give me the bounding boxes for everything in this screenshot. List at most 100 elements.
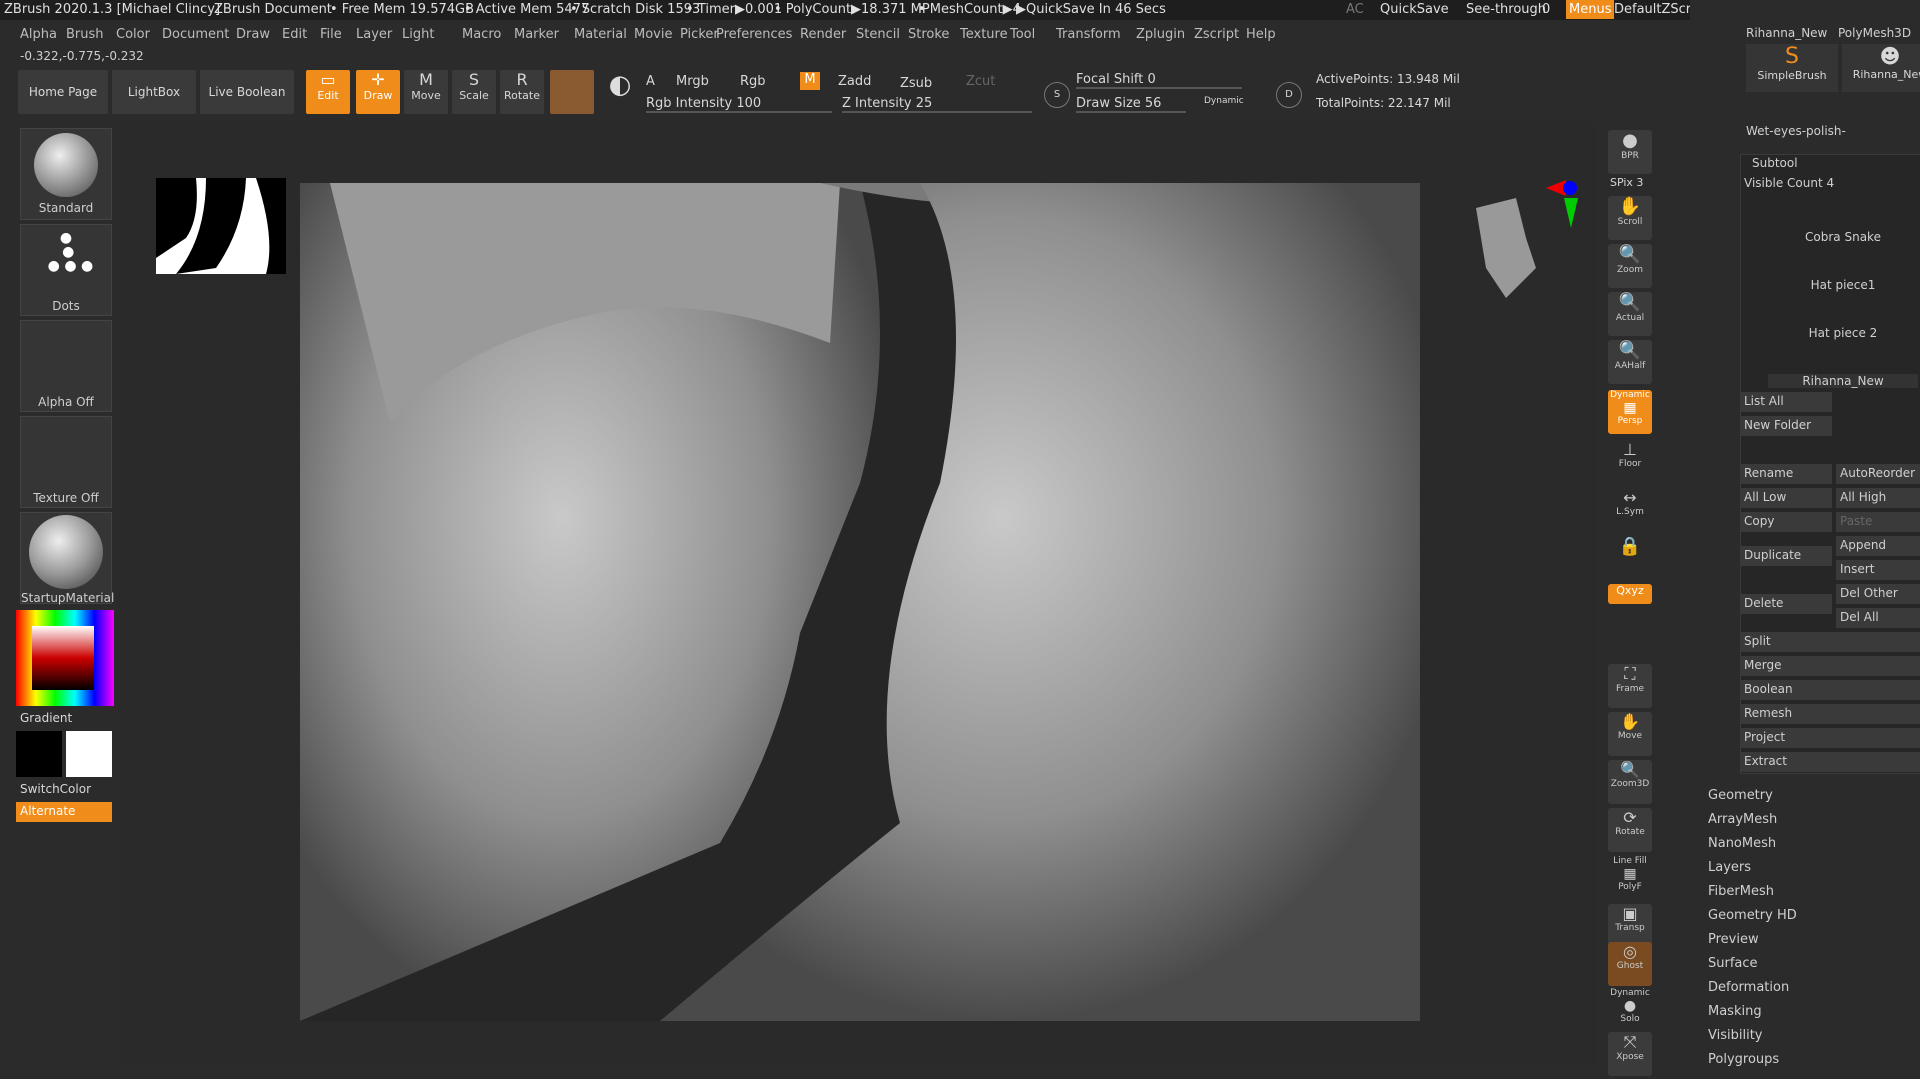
menu-draw[interactable]: Draw xyxy=(236,27,270,42)
menu-document[interactable]: Document xyxy=(162,27,229,42)
draw-button[interactable]: ✛ Draw xyxy=(356,70,400,114)
solo-button[interactable]: Dynamic ● Solo xyxy=(1608,988,1652,1032)
scroll-button[interactable]: ✋ Scroll xyxy=(1608,196,1652,240)
subtool-item-cobra[interactable]: Cobra Snake xyxy=(1768,230,1918,244)
quicksave-button[interactable]: QuickSave xyxy=(1380,2,1449,17)
menu-picker[interactable]: Picker xyxy=(680,27,719,42)
project-button[interactable]: Project xyxy=(1740,728,1920,748)
tool-section-arraymesh[interactable]: ArrayMesh xyxy=(1708,812,1777,827)
material-thumb[interactable]: StartupMaterial xyxy=(20,512,114,605)
delete-button[interactable]: Delete xyxy=(1740,594,1832,614)
tool-section-geometry[interactable]: Geometry xyxy=(1708,788,1773,803)
rotate-view-button[interactable]: ⟳ Rotate xyxy=(1608,808,1652,852)
merge-button[interactable]: Merge xyxy=(1740,656,1920,676)
z-intensity-slider[interactable]: Z Intensity 25 xyxy=(842,96,1032,113)
menu-alpha[interactable]: Alpha xyxy=(20,27,57,42)
floor-button[interactable]: ⊥ Floor xyxy=(1608,440,1652,484)
tool-polymesh-thumb[interactable]: PolyMesh3D xyxy=(1838,26,1911,40)
sculpt-canvas[interactable] xyxy=(300,183,1420,1021)
rotate-button[interactable]: R Rotate xyxy=(500,70,544,114)
tool-section-polygroups[interactable]: Polygroups xyxy=(1708,1052,1779,1067)
tool-section-deformation[interactable]: Deformation xyxy=(1708,980,1789,995)
frame-button[interactable]: ⛶ Frame xyxy=(1608,664,1652,708)
new-folder-button[interactable]: New Folder xyxy=(1740,416,1832,436)
subtool-item-hat2[interactable]: Hat piece 2 xyxy=(1768,326,1918,340)
ghost-button[interactable]: ◎ Ghost xyxy=(1608,942,1652,986)
focal-shift-slider[interactable]: Focal Shift 0 xyxy=(1076,72,1242,89)
material-swatch[interactable] xyxy=(550,70,594,114)
draw-size-slider[interactable]: Draw Size 56 xyxy=(1076,96,1186,113)
menu-stencil[interactable]: Stencil xyxy=(856,27,900,42)
zcut-toggle[interactable]: Zcut xyxy=(966,74,995,89)
navigation-head-widget[interactable] xyxy=(1466,178,1586,308)
del-other-button[interactable]: Del Other xyxy=(1836,584,1920,604)
boolean-button[interactable]: Boolean xyxy=(1740,680,1920,700)
menu-tool[interactable]: Tool xyxy=(1010,27,1035,42)
lock-icon[interactable]: 🔒 xyxy=(1608,536,1652,580)
wet-eyes-thumb[interactable]: Wet-eyes-polish- xyxy=(1746,124,1846,138)
menu-color[interactable]: Color xyxy=(116,27,150,42)
bpr-button[interactable]: ● BPR xyxy=(1608,130,1652,174)
persp-button[interactable]: Dynamic ▦ Persp xyxy=(1608,390,1652,434)
color-square[interactable] xyxy=(32,626,94,690)
tool-section-geometry-hd[interactable]: Geometry HD xyxy=(1708,908,1797,923)
zoom3d-button[interactable]: 🔍 Zoom3D xyxy=(1608,760,1652,804)
ac-label[interactable]: AC xyxy=(1346,2,1364,17)
lightbox-button[interactable]: LightBox xyxy=(112,70,196,114)
stroke-thumb[interactable]: ● ● ● ● ● Dots xyxy=(20,224,112,316)
dynamic-toggle[interactable]: Dynamic xyxy=(1204,96,1244,106)
menu-stroke[interactable]: Stroke xyxy=(908,27,949,42)
visible-count-slider[interactable]: Visible Count 4 xyxy=(1744,176,1834,190)
tool-section-preview[interactable]: Preview xyxy=(1708,932,1759,947)
stroke-s-icon[interactable]: S xyxy=(1044,82,1070,108)
subtool-header[interactable]: Subtool xyxy=(1752,156,1798,170)
sphere-icon[interactable]: ◐ xyxy=(598,70,642,114)
paste-button[interactable]: Paste xyxy=(1836,512,1920,532)
actual-button[interactable]: 🔍 Actual xyxy=(1608,292,1652,336)
tool-section-masking[interactable]: Masking xyxy=(1708,1004,1762,1019)
duplicate-button[interactable]: Duplicate xyxy=(1740,546,1832,566)
tool-section-nanomesh[interactable]: NanoMesh xyxy=(1708,836,1776,851)
copy-button[interactable]: Copy xyxy=(1740,512,1832,532)
tool-section-surface[interactable]: Surface xyxy=(1708,956,1758,971)
menu-marker[interactable]: Marker xyxy=(514,27,559,42)
live-boolean-button[interactable]: Live Boolean xyxy=(200,70,294,114)
list-all-button[interactable]: List All xyxy=(1740,392,1832,412)
rgb-intensity-slider[interactable]: Rgb Intensity 100 xyxy=(646,96,832,113)
alpha-thumb[interactable]: Alpha Off xyxy=(20,320,112,412)
primary-color-swatch[interactable] xyxy=(16,731,62,777)
all-low-button[interactable]: All Low xyxy=(1740,488,1832,508)
tool-section-layers[interactable]: Layers xyxy=(1708,860,1751,875)
split-button[interactable]: Split xyxy=(1740,632,1920,652)
tool-section-visibility[interactable]: Visibility xyxy=(1708,1028,1762,1043)
menu-preferences[interactable]: Preferences xyxy=(716,27,792,42)
menu-render[interactable]: Render xyxy=(800,27,846,42)
menu-transform[interactable]: Transform xyxy=(1056,27,1121,42)
zoom-button[interactable]: 🔍 Zoom xyxy=(1608,244,1652,288)
menu-help[interactable]: Help xyxy=(1246,27,1276,42)
menu-light[interactable]: Light xyxy=(402,27,434,42)
menu-layer[interactable]: Layer xyxy=(356,27,392,42)
a-toggle[interactable]: A xyxy=(646,74,655,89)
menus-button[interactable]: Menus xyxy=(1566,0,1615,19)
extract-button[interactable]: Extract xyxy=(1740,752,1920,772)
rename-button[interactable]: Rename xyxy=(1740,464,1832,484)
polyf-button[interactable]: Line Fill ▦ PolyF xyxy=(1608,856,1652,900)
simplebrush-thumb[interactable]: S SimpleBrush xyxy=(1746,44,1838,92)
edit-button[interactable]: ▭ Edit xyxy=(306,70,350,114)
m-toggle[interactable]: M xyxy=(800,72,820,90)
see-through-label[interactable]: See-through xyxy=(1466,2,1546,17)
zsub-toggle[interactable]: Zsub xyxy=(900,76,932,91)
tool-rihanna-thumb[interactable]: Rihanna_New xyxy=(1746,26,1827,40)
del-all-button[interactable]: Del All xyxy=(1836,608,1920,628)
xyz-button[interactable]: Qxyz xyxy=(1608,584,1652,604)
texture-thumb[interactable]: Texture Off xyxy=(20,416,112,508)
alternate-button[interactable]: Alternate xyxy=(16,802,112,822)
move-view-button[interactable]: ✋ Move xyxy=(1608,712,1652,756)
zadd-toggle[interactable]: Zadd xyxy=(838,74,871,89)
menu-material[interactable]: Material xyxy=(574,27,627,42)
spix-slider[interactable]: SPix 3 xyxy=(1610,176,1643,189)
all-high-button[interactable]: All High xyxy=(1836,488,1920,508)
remesh-button[interactable]: Remesh xyxy=(1740,704,1920,724)
move-button[interactable]: M Move xyxy=(404,70,448,114)
